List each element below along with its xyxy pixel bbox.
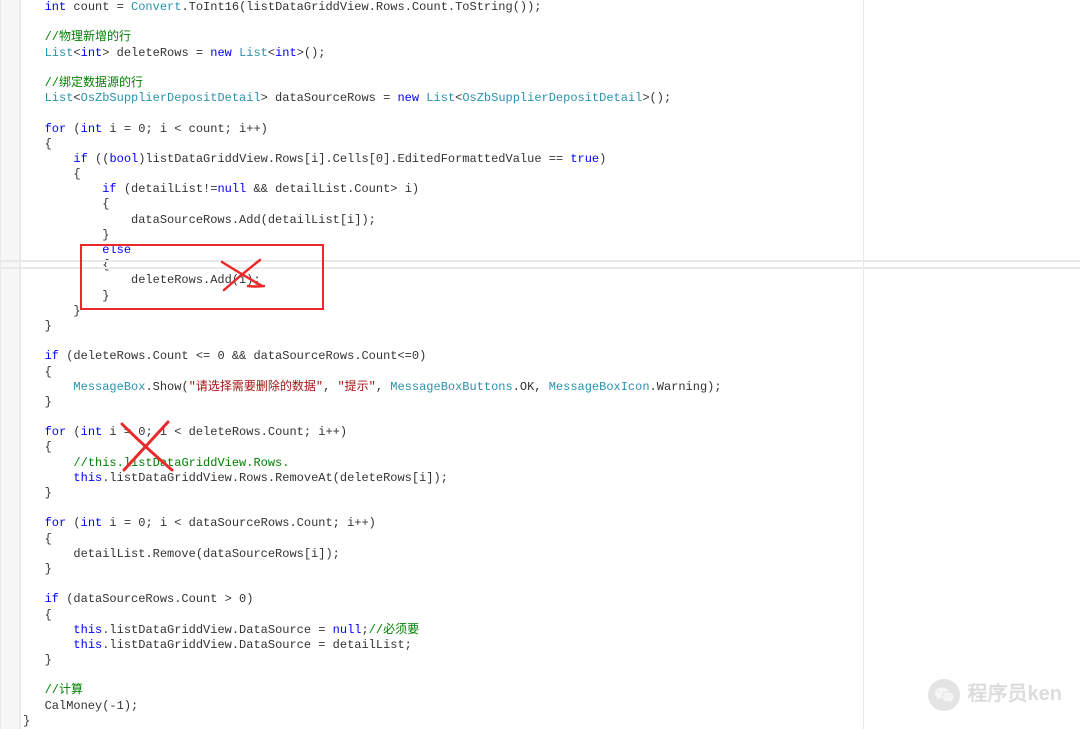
code-line: deleteRows.Add(i);: [23, 273, 863, 288]
code-line: {: [23, 167, 863, 182]
code-line: List<int> deleteRows = new List<int>();: [23, 46, 863, 61]
code-line: {: [23, 365, 863, 380]
code-line: [23, 106, 863, 121]
code-line: this.listDataGriddView.DataSource = null…: [23, 623, 863, 638]
gutter: [1, 0, 21, 729]
code-line: [23, 334, 863, 349]
code-line: CalMoney(-1);: [23, 699, 863, 714]
code-line: this.listDataGriddView.Rows.RemoveAt(del…: [23, 471, 863, 486]
code-line: else: [23, 243, 863, 258]
code-line: this.listDataGriddView.DataSource = deta…: [23, 638, 863, 653]
code-line: if (detailList!=null && detailList.Count…: [23, 182, 863, 197]
code-line: List<OsZbSupplierDepositDetail> dataSour…: [23, 91, 863, 106]
code-line: //物理新增的行: [23, 30, 863, 45]
code-line: //计算: [23, 683, 863, 698]
code-line: {: [23, 532, 863, 547]
code-line: }: [23, 653, 863, 668]
wechat-icon: [928, 679, 960, 711]
code-line: detailList.Remove(dataSourceRows[i]);: [23, 547, 863, 562]
code-line: }: [23, 319, 863, 334]
code-line: }: [23, 395, 863, 410]
code-line: {: [23, 197, 863, 212]
code-line: [23, 577, 863, 592]
code-line: {: [23, 258, 863, 273]
code-line: }: [23, 714, 863, 729]
code-line: [23, 668, 863, 683]
code-line: }: [23, 562, 863, 577]
code-line: [23, 410, 863, 425]
code-line: {: [23, 608, 863, 623]
code-line: }: [23, 289, 863, 304]
code-line: //绑定数据源的行: [23, 76, 863, 91]
watermark: 程序员ken: [928, 679, 1062, 711]
code-line: dataSourceRows.Add(detailList[i]);: [23, 213, 863, 228]
code-line: {: [23, 440, 863, 455]
code-line: for (int i = 0; i < dataSourceRows.Count…: [23, 516, 863, 531]
code-line: }: [23, 486, 863, 501]
code-editor[interactable]: int count = Convert.ToInt16(listDataGrid…: [0, 0, 864, 729]
code-line: }: [23, 228, 863, 243]
code-line: [23, 15, 863, 30]
watermark-text: 程序员ken: [968, 687, 1062, 702]
code-line: //this.listDataGriddView.Rows.: [23, 456, 863, 471]
code-line: for (int i = 0; i < deleteRows.Count; i+…: [23, 425, 863, 440]
code-line: MessageBox.Show("请选择需要删除的数据", "提示", Mess…: [23, 380, 863, 395]
code-line: [23, 61, 863, 76]
code-line: if (dataSourceRows.Count > 0): [23, 592, 863, 607]
code-line: int count = Convert.ToInt16(listDataGrid…: [23, 0, 863, 15]
code-line: if ((bool)listDataGriddView.Rows[i].Cell…: [23, 152, 863, 167]
code-line: if (deleteRows.Count <= 0 && dataSourceR…: [23, 349, 863, 364]
code-line: {: [23, 137, 863, 152]
code-line: }: [23, 304, 863, 319]
code-line: [23, 501, 863, 516]
code-line: for (int i = 0; i < count; i++): [23, 122, 863, 137]
